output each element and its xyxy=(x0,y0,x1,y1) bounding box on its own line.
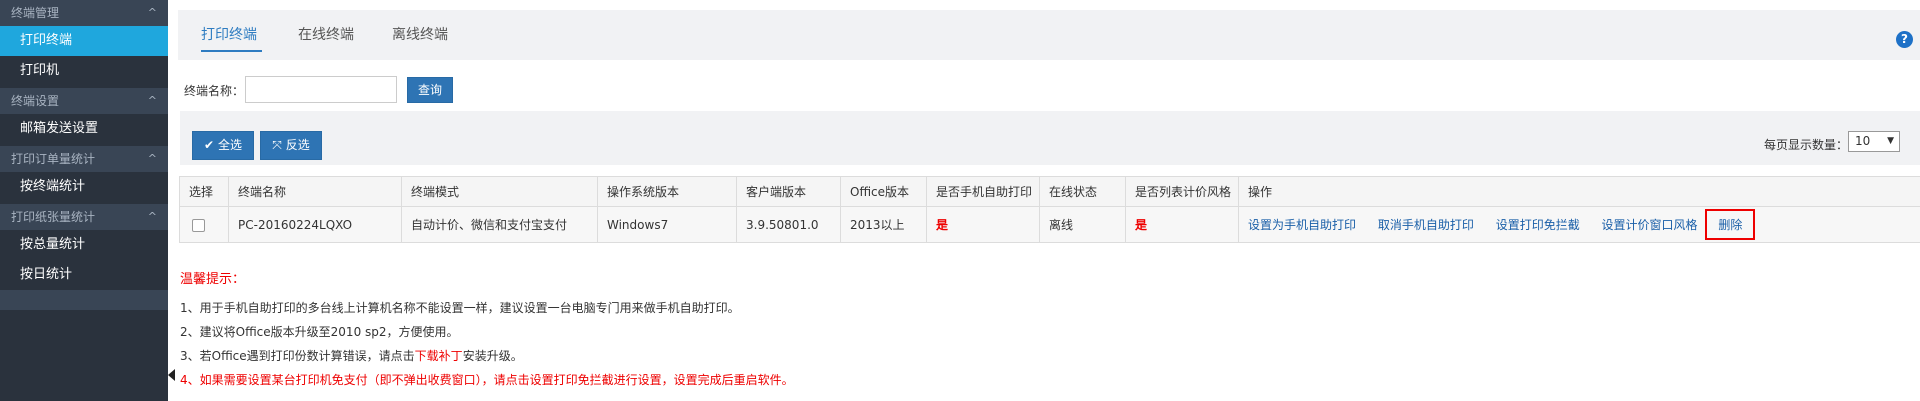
client-version-cell: 3.9.50801.0 xyxy=(736,206,841,243)
sidebar-group-order-stats[interactable]: 打印订单量统计 ^ xyxy=(0,146,168,172)
expand-icon: ⤧ xyxy=(272,138,282,152)
download-patch-link[interactable]: 下载补丁 xyxy=(415,349,463,363)
tip-line-1: 1、用于手机自助打印的多台线上计算机名称不能设置一样，建议设置一台电脑专门用来做… xyxy=(180,301,740,315)
column-header: 在线状态 xyxy=(1039,176,1126,207)
main-content: 打印终端 在线终端 离线终端 ? 终端名称： 查询 ✔ 全选 ⤧ 反选 每页显示… xyxy=(168,0,1920,401)
tab-offline-terminal[interactable]: 离线终端 xyxy=(392,24,448,44)
active-tab-indicator xyxy=(201,50,262,52)
online-status-cell: 离线 xyxy=(1039,206,1126,243)
list-price-value: 是 xyxy=(1135,218,1148,232)
per-page-select[interactable]: 10 ▼ xyxy=(1848,131,1900,152)
tip-line-3: 3、若Office遇到打印份数计算错误，请点击下载补丁安装升级。 xyxy=(180,344,794,368)
sidebar: 终端管理 ^ 打印终端 打印机 终端设置 ^ 邮箱发送设置 打印订单量统计 ^ … xyxy=(0,0,168,401)
actions-cell: 设置为手机自助打印 取消手机自助打印 设置打印免拦截 设置计价窗口风格 删除 xyxy=(1238,206,1920,243)
terminal-name-cell: PC-20160224LQXO xyxy=(228,206,402,243)
sidebar-item-print-terminal[interactable]: 打印终端 xyxy=(0,26,168,56)
row-checkbox[interactable] xyxy=(192,218,205,232)
sidebar-item-email-settings[interactable]: 邮箱发送设置 xyxy=(0,114,168,144)
sidebar-background xyxy=(0,310,168,401)
tips-title: 温馨提示： xyxy=(180,272,246,287)
sidebar-item-by-total[interactable]: 按总量统计 xyxy=(0,230,168,260)
tips-section: 温馨提示： 1、用于手机自助打印的多台线上计算机名称不能设置一样，建议设置一台电… xyxy=(180,268,794,392)
toolbar-panel: ✔ 全选 ⤧ 反选 xyxy=(180,111,1920,165)
chevron-up-icon: ^ xyxy=(147,94,157,107)
tab-bar: 打印终端 在线终端 离线终端 ? xyxy=(178,10,1920,60)
set-mobile-print-link[interactable]: 设置为手机自助打印 xyxy=(1248,218,1356,232)
sidebar-item-by-terminal[interactable]: 按终端统计 xyxy=(0,172,168,202)
help-icon[interactable]: ? xyxy=(1896,31,1913,48)
cancel-mobile-print-link[interactable]: 取消手机自助打印 xyxy=(1378,218,1474,232)
tip-line-3-text-end: 安装升级。 xyxy=(462,349,523,363)
search-label: 终端名称： xyxy=(184,84,245,98)
column-header: 操作系统版本 xyxy=(597,176,737,207)
sidebar-group-terminal-management[interactable]: 终端管理 ^ xyxy=(0,0,168,26)
select-all-label: 全选 xyxy=(217,138,242,152)
invert-selection-button[interactable]: ⤧ 反选 xyxy=(260,131,322,160)
column-header: 是否列表计价风格 xyxy=(1125,176,1239,207)
invert-label: 反选 xyxy=(285,138,310,152)
select-cell xyxy=(179,206,229,243)
os-version-cell: Windows7 xyxy=(597,206,737,243)
column-header: 终端模式 xyxy=(401,176,598,207)
per-page-label: 每页显示数量： xyxy=(1764,138,1849,152)
tab-online-terminal[interactable]: 在线终端 xyxy=(298,24,354,44)
sidebar-item-printer[interactable]: 打印机 xyxy=(0,56,168,86)
column-header: 操作 xyxy=(1238,176,1920,207)
terminal-mode-cell: 自动计价、微信和支付宝支付 xyxy=(401,206,598,243)
tab-print-terminal[interactable]: 打印终端 xyxy=(201,24,257,44)
sidebar-group-label: 打印订单量统计 xyxy=(11,152,96,166)
column-header: 终端名称 xyxy=(228,176,402,207)
mobile-print-value: 是 xyxy=(936,218,949,232)
set-price-window-style-link[interactable]: 设置计价窗口风格 xyxy=(1602,218,1698,232)
column-header: 是否手机自助打印 xyxy=(926,176,1040,207)
tip-line-3-text: 3、若Office遇到打印份数计算错误，请点击 xyxy=(180,349,415,363)
sidebar-group-paper-stats[interactable]: 打印纸张量统计 ^ xyxy=(0,204,168,230)
caret-down-icon: ▼ xyxy=(1887,136,1894,146)
list-price-cell: 是 xyxy=(1125,206,1239,243)
terminal-table: 选择 终端名称 终端模式 操作系统版本 客户端版本 Office版本 是否手机自… xyxy=(179,176,1920,243)
chevron-up-icon: ^ xyxy=(147,6,157,19)
tip-line-4: 4、如果需要设置某台打印机免支付（即不弹出收费窗口），请点击设置打印免拦截进行设… xyxy=(180,373,794,387)
office-version-cell: 2013以上 xyxy=(840,206,927,243)
terminal-name-input[interactable] xyxy=(245,76,397,103)
sidebar-group-label: 终端设置 xyxy=(11,94,60,108)
tip-line-2: 2、建议将Office版本升级至2010 sp2，方便使用。 xyxy=(180,325,459,339)
per-page-value: 10 xyxy=(1855,134,1871,148)
delete-link[interactable]: 删除 xyxy=(1705,209,1756,240)
check-icon: ✔ xyxy=(204,138,215,152)
chevron-up-icon: ^ xyxy=(147,152,157,165)
column-header: Office版本 xyxy=(840,176,927,207)
mobile-print-cell: 是 xyxy=(926,206,1040,243)
chevron-up-icon: ^ xyxy=(147,210,157,223)
column-header: 客户端版本 xyxy=(736,176,841,207)
sidebar-item-by-day[interactable]: 按日统计 xyxy=(0,260,168,290)
sidebar-group-label: 终端管理 xyxy=(11,6,60,20)
table-row: PC-20160224LQXO 自动计价、微信和支付宝支付 Windows7 3… xyxy=(179,206,1920,243)
set-no-intercept-link[interactable]: 设置打印免拦截 xyxy=(1496,218,1580,232)
select-all-button[interactable]: ✔ 全选 xyxy=(192,131,254,160)
sidebar-group-label: 打印纸张量统计 xyxy=(11,210,96,224)
column-header: 选择 xyxy=(179,176,229,207)
sidebar-group-terminal-settings[interactable]: 终端设置 ^ xyxy=(0,88,168,114)
table-header-row: 选择 终端名称 终端模式 操作系统版本 客户端版本 Office版本 是否手机自… xyxy=(179,176,1920,207)
search-button[interactable]: 查询 xyxy=(407,77,453,103)
